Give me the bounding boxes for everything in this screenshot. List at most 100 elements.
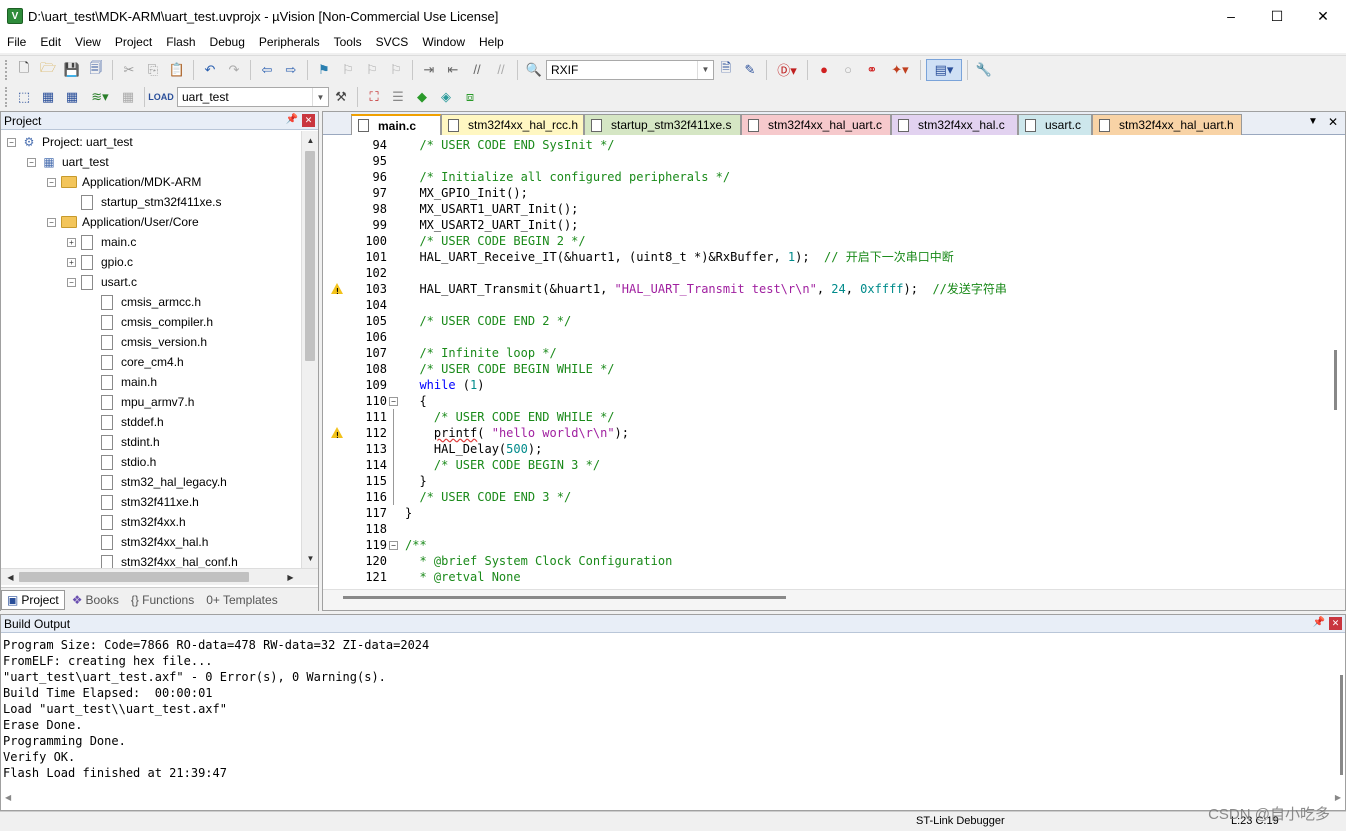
tree-item[interactable]: − ▦ uart_test (27, 152, 109, 172)
find-in-files-icon[interactable]: 🔍 (523, 59, 545, 81)
rebuild-icon[interactable]: ▦ (61, 86, 83, 108)
undo-icon[interactable]: ↶ (199, 59, 221, 81)
manage-components-icon[interactable]: ⛶ (363, 86, 385, 108)
scroll-thumb[interactable] (305, 151, 315, 361)
code-editor[interactable]: 94 /* USER CODE END SysInit */95 96 /* In… (323, 135, 1327, 589)
browse-icon[interactable]: ✎ (739, 59, 761, 81)
code-line[interactable]: 109 while (1) (323, 377, 1327, 393)
code-line[interactable]: 103 HAL_UART_Transmit(&huart1, "HAL_UART… (323, 281, 1327, 300)
configure-icon[interactable]: 🔧 (973, 59, 995, 81)
run-time-env-icon[interactable]: ⧈ (459, 86, 481, 108)
window-layout-icon[interactable]: ▤▾ (926, 58, 962, 81)
scroll-left-icon[interactable]: ◀ (3, 570, 18, 585)
bookmark-toggle-icon[interactable]: ⚑ (313, 59, 335, 81)
menu-help[interactable]: Help (472, 32, 511, 53)
save-icon[interactable]: 💾 (61, 59, 83, 81)
open-file-icon[interactable]: 🗁 (37, 59, 59, 81)
code-line[interactable]: 119−/** (323, 537, 1327, 553)
tab-list-chevron-icon[interactable]: ▼ (1308, 116, 1318, 127)
editor-hscroll[interactable] (323, 589, 1345, 610)
scroll-right-icon[interactable]: ▶ (1335, 793, 1341, 802)
load-download-icon[interactable]: LOAD (148, 86, 174, 108)
collapse-icon[interactable]: − (47, 217, 56, 227)
menu-view[interactable]: View (68, 32, 108, 53)
collapse-icon[interactable]: − (67, 277, 76, 287)
code-line[interactable]: 101 HAL_UART_Receive_IT(&huart1, (uint8_… (323, 249, 1327, 265)
debug-session-icon[interactable]: Ⓓ▾ (772, 59, 802, 81)
expand-icon[interactable]: + (67, 257, 76, 267)
tab-functions[interactable]: {} Functions (126, 590, 199, 610)
editor-tab[interactable]: startup_stm32f411xe.s (584, 114, 741, 135)
incremental-find-icon[interactable]: 🗎 (715, 59, 737, 81)
code-line[interactable]: 102 (323, 265, 1327, 281)
code-line[interactable]: 107 /* Infinite loop */ (323, 345, 1327, 361)
file-extensions-icon[interactable]: ☰ (387, 86, 409, 108)
tree-item[interactable]: stdint.h (87, 432, 160, 452)
copy-icon[interactable]: ⎘ (142, 59, 164, 81)
code-line[interactable]: 120 * @brief System Clock Configuration (323, 553, 1327, 569)
menu-tools[interactable]: Tools (327, 32, 369, 53)
stop-build-icon[interactable]: ▦ (117, 86, 139, 108)
new-file-icon[interactable]: 🗋 (13, 59, 35, 81)
scroll-thumb[interactable] (1334, 350, 1337, 410)
code-line[interactable]: 111 /* USER CODE END WHILE */ (323, 409, 1327, 425)
close-icon[interactable]: ✕ (1328, 115, 1338, 129)
target-combo[interactable]: uart_test ▼ (177, 87, 329, 107)
menu-svcs[interactable]: SVCS (369, 32, 416, 53)
unindent-icon[interactable]: ⇤ (442, 59, 464, 81)
code-line[interactable]: 116 /* USER CODE END 3 */ (323, 489, 1327, 505)
cut-icon[interactable]: ✂ (118, 59, 140, 81)
close-icon[interactable]: ✕ (1329, 617, 1342, 630)
editor-tab[interactable]: stm32f4xx_hal.c (891, 114, 1018, 135)
code-line[interactable]: 98 MX_USART1_UART_Init(); (323, 201, 1327, 217)
code-line[interactable]: 121 * @retval None (323, 569, 1327, 585)
tree-item[interactable]: stm32f411xe.h (87, 492, 199, 512)
collapse-icon[interactable]: − (27, 157, 36, 167)
collapse-icon[interactable]: − (47, 177, 56, 187)
fold-toggle-icon[interactable]: − (389, 397, 398, 406)
select-packs-icon[interactable]: ◆ (411, 86, 433, 108)
batch-build-icon[interactable]: ≋▾ (85, 86, 115, 108)
code-line[interactable]: 112 printf( "hello world\r\n"); (323, 425, 1327, 444)
editor-tab[interactable]: stm32f4xx_hal_rcc.h (441, 114, 584, 135)
toolbar-grip[interactable] (5, 59, 9, 80)
tree-item[interactable]: − Application/User/Core (47, 212, 199, 232)
translate-icon[interactable]: ⬚ (13, 86, 35, 108)
tree-item[interactable]: + main.c (67, 232, 136, 252)
save-all-icon[interactable]: 🗐 (85, 59, 107, 81)
scroll-up-icon[interactable]: ▲ (303, 133, 318, 148)
bookmark-prev-icon[interactable]: ⚐ (337, 59, 359, 81)
menu-project[interactable]: Project (108, 32, 159, 53)
tree-item[interactable]: cmsis_compiler.h (87, 312, 213, 332)
bookmark-clear-icon[interactable]: ⚐ (385, 59, 407, 81)
nav-back-icon[interactable]: ⇦ (256, 59, 278, 81)
code-line[interactable]: 114 /* USER CODE BEGIN 3 */ (323, 457, 1327, 473)
tree-item[interactable]: stm32_hal_legacy.h (87, 472, 227, 492)
minimize-button[interactable]: – (1208, 0, 1254, 32)
tree-item[interactable]: stm32f4xx_hal.h (87, 532, 208, 552)
chevron-down-icon[interactable]: ▼ (697, 60, 713, 79)
chevron-down-icon[interactable]: ▼ (312, 88, 328, 106)
tree-item[interactable]: stddef.h (87, 412, 164, 432)
collapse-icon[interactable]: − (7, 137, 16, 147)
maximize-button[interactable]: ☐ (1254, 0, 1300, 32)
tree-item[interactable]: core_cm4.h (87, 352, 184, 372)
tree-item[interactable]: stm32f4xx.h (87, 512, 186, 532)
menu-file[interactable]: File (0, 32, 33, 53)
breakpoint-kill-all-icon[interactable]: ✦▾ (885, 59, 915, 81)
project-tree-hscroll[interactable]: ◀ ▶ (1, 568, 318, 585)
code-line[interactable]: 97 MX_GPIO_Init(); (323, 185, 1327, 201)
target-options-icon[interactable]: ⚒ (330, 86, 352, 108)
code-line[interactable]: 118 (323, 521, 1327, 537)
tree-item[interactable]: cmsis_version.h (87, 332, 207, 352)
code-line[interactable]: 94 /* USER CODE END SysInit */ (323, 137, 1327, 153)
menu-window[interactable]: Window (415, 32, 472, 53)
toolbar-grip[interactable] (5, 87, 9, 107)
scroll-right-icon[interactable]: ▶ (283, 570, 298, 585)
warning-icon[interactable] (331, 283, 343, 300)
comment-icon[interactable]: // (466, 59, 488, 81)
project-tree-vscroll[interactable]: ▲ ▼ (301, 131, 318, 568)
code-line[interactable]: 104 (323, 297, 1327, 313)
tab-project[interactable]: ▣ Project (1, 589, 65, 610)
tree-item[interactable]: mpu_armv7.h (87, 392, 194, 412)
